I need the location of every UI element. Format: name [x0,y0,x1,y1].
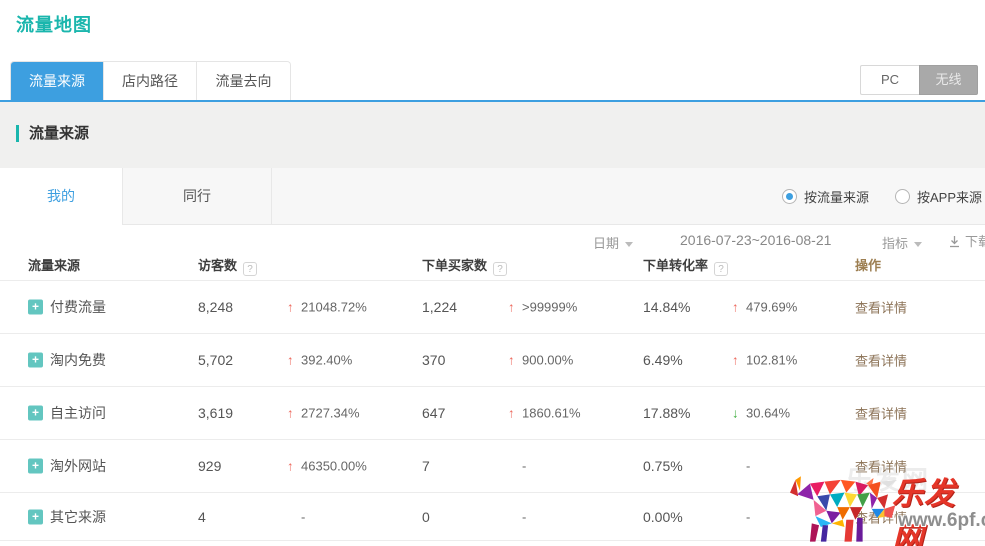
trend-arrow-icon: ↑ [287,300,301,315]
main-tabbar: 流量来源 店内路径 流量去向 PC 无线 [0,62,985,102]
table-header-row: 流量来源 访客数? 下单买家数? 下单转化率? 操作 [0,248,985,280]
visitors-change: ·- [287,509,305,524]
visitors-change: ↑392.40% [287,353,352,368]
source-name: 其它来源 [50,507,106,527]
help-icon[interactable]: ? [493,262,507,276]
radio-icon [782,189,797,204]
table-row: + 其它来源 4 ·- 0 ·- 0.00% ·- 查看详情 [0,492,985,541]
section-title: 流量来源 [16,125,89,142]
table-row: + 自主访问 3,619 ↑2727.34% 647 ↑1860.61% 17.… [0,386,985,439]
visitors-change: ↑21048.72% [287,300,367,315]
view-details-link[interactable]: 查看详情 [855,457,907,476]
trend-arrow-icon: ↑ [508,300,522,315]
source-name: 付费流量 [50,297,106,317]
buyers-value: 647 [422,405,445,421]
view-details-link[interactable]: 查看详情 [855,404,907,423]
visitors-value: 8,248 [198,299,233,315]
trend-arrow-icon: ↑ [508,406,522,421]
table-row: + 淘内免费 5,702 ↑392.40% 370 ↑900.00% 6.49%… [0,333,985,386]
radio-label: 按APP来源 [917,187,982,206]
device-toggle: PC 无线 [860,65,978,95]
table-row: + 付费流量 8,248 ↑21048.72% 1,224 ↑>99999% 1… [0,280,985,333]
buyers-change: ·- [508,509,526,524]
date-range-value: 2016-07-23~2016-08-21 [680,232,831,248]
conversion-value: 14.84% [643,299,690,315]
expand-plus-icon[interactable]: + [28,406,43,421]
visitors-change: ↑46350.00% [287,459,367,474]
buyers-change: ↑1860.61% [508,406,581,421]
trend-arrow-icon: ↑ [287,406,301,421]
buyers-value: 1,224 [422,299,457,315]
download-label: 下载 [965,234,985,249]
buyers-value: 370 [422,352,445,368]
buyers-value: 0 [422,509,430,525]
trend-arrow-icon: ↑ [287,353,301,368]
expand-plus-icon[interactable]: + [28,300,43,315]
visitors-value: 3,619 [198,405,233,421]
conversion-change: ·- [732,459,750,474]
view-details-link[interactable]: 查看详情 [855,507,907,526]
source-name: 淘内免费 [50,350,106,370]
conversion-change: ↑102.81% [732,353,797,368]
subtab-peers[interactable]: 同行 [123,168,272,225]
buyers-change: ↑>99999% [508,300,577,315]
conversion-value: 6.49% [643,352,683,368]
col-header-buyers: 下单买家数? [422,255,507,276]
tab-instore-path[interactable]: 店内路径 [104,62,197,100]
trend-arrow-icon: ↑ [508,353,522,368]
buyers-change: ↑900.00% [508,353,573,368]
radio-by-app-source[interactable]: 按APP来源 [895,187,982,206]
chevron-down-icon [914,242,922,247]
visitors-value: 4 [198,509,206,525]
conversion-value: 17.88% [643,405,690,421]
buyers-change: ·- [508,459,526,474]
conversion-change: ↓30.64% [732,406,790,421]
trend-arrow-icon: ↑ [732,353,746,368]
visitors-change: ↑2727.34% [287,406,360,421]
subtab-mine[interactable]: 我的 [0,168,123,225]
radio-icon [895,189,910,204]
col-header-source: 流量来源 [28,255,80,274]
col-header-visitors: 访客数? [198,255,257,276]
col-header-conversion: 下单转化率? [643,255,728,276]
conversion-change: ·- [732,509,750,524]
visitors-value: 5,702 [198,352,233,368]
tab-traffic-destination[interactable]: 流量去向 [197,62,290,100]
chevron-down-icon [625,242,633,247]
conversion-change: ↑479.69% [732,300,797,315]
main-tabs: 流量来源 店内路径 流量去向 [10,61,291,100]
tab-traffic-source[interactable]: 流量来源 [11,62,104,100]
source-name: 淘外网站 [50,456,106,476]
conversion-value: 0.75% [643,458,683,474]
toggle-wireless-button[interactable]: 无线 [919,65,978,95]
source-name: 自主访问 [50,403,106,423]
view-details-link[interactable]: 查看详情 [855,351,907,370]
expand-plus-icon[interactable]: + [28,459,43,474]
traffic-source-table: 流量来源 访客数? 下单买家数? 下单转化率? 操作 + 付费流量 8,248 … [0,248,985,541]
page-title: 流量地图 [16,11,92,37]
col-header-action: 操作 [855,255,881,274]
toggle-pc-button[interactable]: PC [860,65,919,95]
expand-plus-icon[interactable]: + [28,353,43,368]
trend-arrow-icon: ↑ [732,300,746,315]
trend-arrow-icon: ↑ [287,459,301,474]
help-icon[interactable]: ? [714,262,728,276]
view-details-link[interactable]: 查看详情 [855,298,907,317]
radio-by-traffic-source[interactable]: 按流量来源 [782,187,869,206]
source-mode-radios: 按流量来源 按APP来源 [782,187,982,206]
section-header: 流量来源 日期 2016-07-23~2016-08-21 指标 下载 [0,102,985,168]
visitors-value: 929 [198,458,221,474]
help-icon[interactable]: ? [243,262,257,276]
conversion-value: 0.00% [643,509,683,525]
radio-label: 按流量来源 [804,187,869,206]
expand-plus-icon[interactable]: + [28,509,43,524]
buyers-value: 7 [422,458,430,474]
trend-arrow-icon: ↓ [732,406,746,421]
table-row: + 淘外网站 929 ↑46350.00% 7 ·- 0.75% ·- 查看详情 [0,439,985,492]
